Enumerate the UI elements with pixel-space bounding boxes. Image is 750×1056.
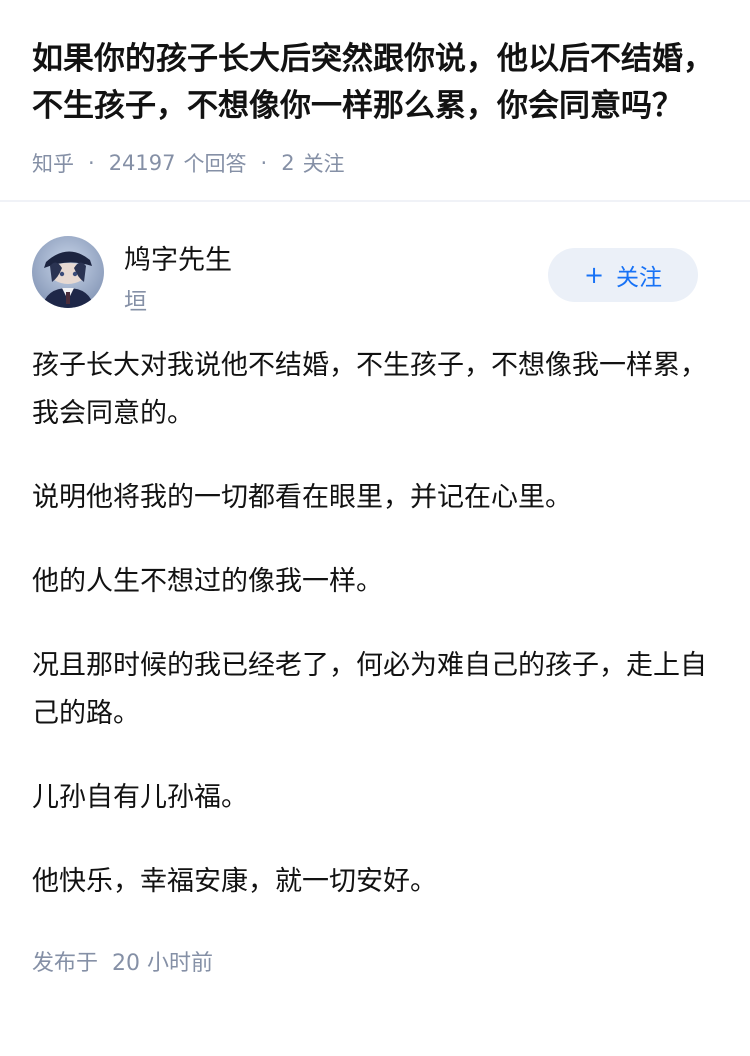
follow-button-label: 关注	[616, 265, 663, 291]
answer-paragraph: 儿孙自有儿孙福。	[32, 782, 248, 813]
answer-page: 如果你的孩子长大后突然跟你说，他以后不结婚，不生孩子，不想像你一样那么累，你会同…	[0, 0, 750, 1056]
meta-separator: ·	[260, 151, 268, 175]
answer-count-label[interactable]: 个回答	[184, 148, 247, 178]
answer-content: 孩子长大对我说他不结婚，不生孩子，不想像我一样累，我会同意的。 说明他将我的一切…	[0, 318, 750, 906]
answer-footer: 发布于 20 小时前	[0, 942, 750, 976]
published-label: 发布于	[32, 951, 99, 976]
source-label[interactable]: 知乎	[32, 148, 74, 178]
question-meta: 知乎 · 24197 个回答 · 2 关注	[32, 148, 718, 178]
answer-paragraph: 说明他将我的一切都看在眼里，并记在心里。	[32, 482, 572, 513]
follow-count: 2	[281, 151, 295, 175]
avatar[interactable]	[32, 236, 104, 308]
answer-paragraph: 他快乐，幸福安康，就一切安好。	[32, 866, 437, 897]
question-header: 如果你的孩子长大后突然跟你说，他以后不结婚，不生孩子，不想像你一样那么累，你会同…	[0, 0, 750, 178]
author-info: 鸠字先生 垣 + 关注	[0, 202, 750, 318]
answer-count[interactable]: 24197	[109, 151, 176, 175]
question-title[interactable]: 如果你的孩子长大后突然跟你说，他以后不结婚，不生孩子，不想像你一样那么累，你会同…	[32, 36, 718, 130]
meta-separator: ·	[88, 151, 95, 175]
answer-paragraph: 孩子长大对我说他不结婚，不生孩子，不想像我一样累，我会同意的。	[32, 350, 707, 429]
plus-icon: +	[583, 261, 605, 289]
follow-count-label: 关注	[302, 152, 345, 176]
published-time: 20 小时前	[112, 951, 214, 976]
author-headline: 垣	[124, 289, 147, 315]
answer-paragraph: 况且那时候的我已经老了，何必为难自己的孩子，走上自己的路。	[32, 650, 707, 729]
answer-paragraph: 他的人生不想过的像我一样。	[32, 566, 383, 597]
follow-button[interactable]: + 关注	[548, 248, 698, 302]
avatar-image-icon	[32, 236, 104, 308]
author-name[interactable]: 鸠字先生	[124, 238, 232, 277]
